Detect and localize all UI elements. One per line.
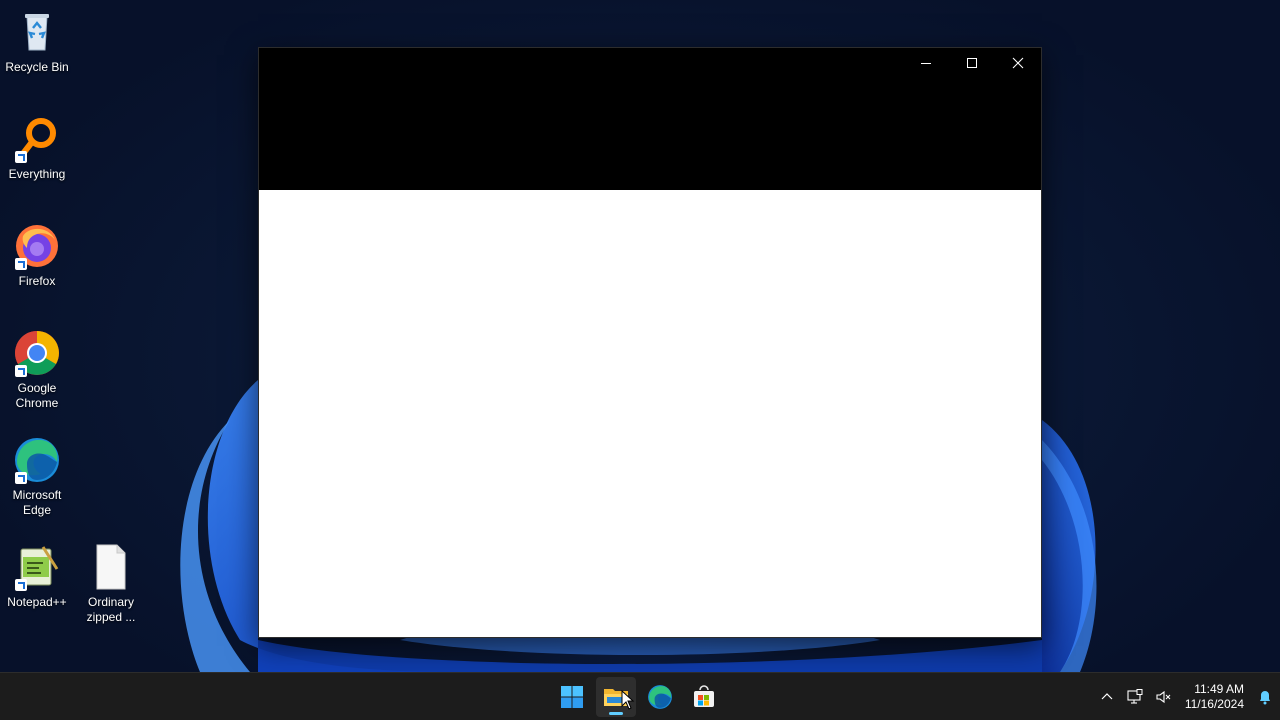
network-icon (1127, 689, 1143, 704)
window-titlebar[interactable] (259, 48, 1041, 190)
app-window[interactable] (258, 47, 1042, 638)
clock-time: 11:49 AM (1194, 682, 1244, 696)
blank-file-icon (87, 543, 135, 591)
close-button[interactable] (995, 48, 1041, 78)
taskbar: 11:49 AM 11/16/2024 (0, 672, 1280, 720)
minimize-icon (921, 63, 931, 64)
shortcut-arrow-icon (15, 151, 27, 163)
desktop-icon-label: Google Chrome (15, 381, 59, 410)
maximize-icon (967, 58, 977, 68)
volume-button[interactable] (1149, 677, 1177, 717)
chevron-up-icon (1101, 693, 1113, 700)
desktop-icon-everything[interactable]: Everything (0, 115, 74, 182)
desktop-icon-label: Ordinary zipped ... (86, 595, 136, 624)
edge-icon (13, 436, 61, 484)
desktop-icon-chrome[interactable]: Google Chrome (0, 329, 74, 411)
desktop-icon-notepadpp[interactable]: Notepad++ (0, 543, 74, 610)
taskbar-apps (552, 673, 724, 720)
desktop-icon-label: Notepad++ (7, 595, 67, 609)
everything-search-icon (13, 115, 61, 163)
shortcut-arrow-icon (15, 579, 27, 591)
desktop-icon-recycle-bin[interactable]: Recycle Bin (0, 8, 74, 75)
firefox-icon (13, 222, 61, 270)
desktop-icon-label: Firefox (18, 274, 56, 288)
taskbar-store[interactable] (684, 677, 724, 717)
shortcut-arrow-icon (15, 258, 27, 270)
bell-icon (1260, 691, 1270, 705)
taskbar-edge[interactable] (640, 677, 680, 717)
window-content[interactable] (259, 190, 1041, 637)
edge-icon (648, 685, 672, 709)
window-controls (903, 48, 1041, 78)
close-icon (1012, 57, 1024, 69)
show-hidden-icons-button[interactable] (1093, 677, 1121, 717)
taskbar-clock[interactable]: 11:49 AM 11/16/2024 (1177, 682, 1250, 712)
recycle-bin-icon (13, 8, 61, 56)
desktop-icon-label: Recycle Bin (5, 60, 69, 74)
shortcut-arrow-icon (15, 365, 27, 377)
active-app-indicator (609, 712, 623, 715)
store-icon (694, 685, 714, 707)
minimize-button[interactable] (903, 48, 949, 78)
clock-date: 11/16/2024 (1184, 697, 1244, 711)
desktop-icon-label: Microsoft Edge (12, 488, 62, 517)
notifications-button[interactable] (1250, 677, 1280, 717)
desktop-icon-ordinary-zipped[interactable]: Ordinary zipped ... (74, 543, 148, 625)
start-button[interactable] (552, 677, 592, 717)
desktop-icon-label: Everything (8, 167, 66, 181)
shortcut-arrow-icon (15, 472, 27, 484)
mouse-cursor-icon (621, 690, 635, 710)
volume-muted-icon (1156, 690, 1171, 704)
chrome-icon (13, 329, 61, 377)
maximize-button[interactable] (949, 48, 995, 78)
network-button[interactable] (1121, 677, 1149, 717)
desktop-icon-edge[interactable]: Microsoft Edge (0, 436, 74, 518)
notepadpp-icon (13, 543, 61, 591)
system-tray: 11:49 AM 11/16/2024 (1093, 673, 1280, 720)
desktop-icon-firefox[interactable]: Firefox (0, 222, 74, 289)
windows-start-icon (561, 686, 583, 708)
